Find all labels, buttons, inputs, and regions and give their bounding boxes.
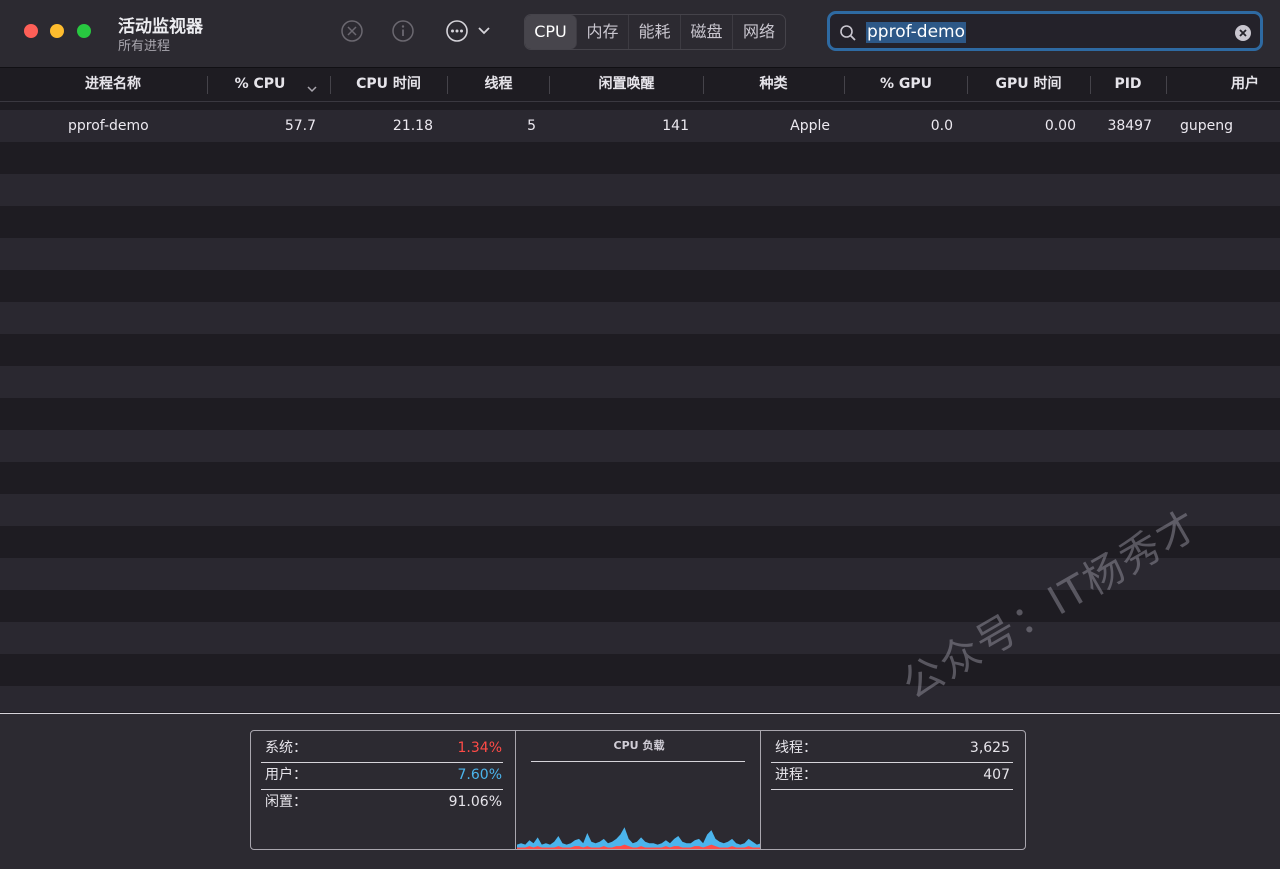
window-title: 活动监视器 bbox=[118, 17, 203, 37]
search-input[interactable]: pprof-demo bbox=[827, 11, 1263, 51]
more-icon[interactable] bbox=[444, 18, 470, 44]
table-row[interactable]: pprof-demo 57.7 21.18 5 141 Apple 0.0 0.… bbox=[0, 110, 1280, 142]
gpu-time: 0.00 bbox=[1044, 118, 1076, 134]
table-row-background bbox=[0, 334, 1280, 366]
process-kind: Apple bbox=[790, 118, 830, 134]
tab-cpu[interactable]: CPU bbox=[525, 15, 577, 49]
cpu-load-title: CPU 负载 bbox=[613, 739, 665, 752]
table-row-background bbox=[0, 142, 1280, 174]
divider bbox=[531, 761, 745, 762]
column-header-kind[interactable]: 种类 bbox=[704, 68, 843, 101]
zoom-window-button[interactable] bbox=[77, 24, 91, 38]
search-query[interactable]: pprof-demo bbox=[866, 22, 966, 43]
chevron-down-icon[interactable] bbox=[474, 18, 494, 44]
idle-wakeups: 141 bbox=[662, 118, 689, 134]
cpu-percent: 57.7 bbox=[284, 118, 316, 134]
stat-idle: 闲置： 91.06% bbox=[265, 789, 502, 816]
gpu-percent: 0.0 bbox=[930, 118, 953, 134]
column-header-gpu[interactable]: % GPU bbox=[845, 68, 967, 101]
column-header-gpu-time[interactable]: GPU 时间 bbox=[968, 68, 1089, 101]
cpu-load-chart bbox=[517, 827, 761, 849]
tab-energy[interactable]: 能耗 bbox=[629, 15, 681, 49]
minimize-window-button[interactable] bbox=[50, 24, 64, 38]
stat-value: 91.06% bbox=[448, 794, 502, 810]
stat-label: 用户： bbox=[265, 767, 307, 783]
clear-search-icon[interactable] bbox=[1234, 24, 1252, 46]
search-icon bbox=[839, 24, 857, 46]
window-subtitle: 所有进程 bbox=[118, 39, 171, 54]
table-row-background bbox=[0, 462, 1280, 494]
process-table: pprof-demo 57.7 21.18 5 141 Apple 0.0 0.… bbox=[0, 102, 1280, 712]
stats-box: 系统： 1.34% 用户： 7.60% 闲置： 91.06% CPU 负载 线程… bbox=[250, 730, 1026, 850]
process-name: pprof-demo bbox=[68, 118, 149, 134]
stat-user: 用户： 7.60% bbox=[265, 762, 502, 789]
divider bbox=[760, 731, 761, 849]
table-row-background bbox=[0, 430, 1280, 462]
table-row-background bbox=[0, 494, 1280, 526]
cpu-time: 21.18 bbox=[392, 118, 433, 134]
table-row-background bbox=[0, 686, 1280, 712]
table-row-background bbox=[0, 622, 1280, 654]
table-row-background bbox=[0, 302, 1280, 334]
sort-descending-icon bbox=[306, 79, 318, 98]
stat-value: 407 bbox=[983, 767, 1010, 783]
table-row-background bbox=[0, 654, 1280, 686]
column-header-idle-wakeups[interactable]: 闲置唤醒 bbox=[550, 68, 703, 101]
table-row-background bbox=[0, 238, 1280, 270]
column-header-cpu[interactable]: % CPU bbox=[208, 68, 312, 101]
stat-value: 1.34% bbox=[457, 740, 502, 756]
divider bbox=[771, 789, 1013, 790]
close-window-button[interactable] bbox=[24, 24, 38, 38]
view-tabs: CPU 内存 能耗 磁盘 网络 bbox=[524, 14, 786, 50]
stat-system: 系统： 1.34% bbox=[265, 735, 502, 762]
thread-count: 5 bbox=[527, 118, 536, 134]
toolbar: 活动监视器 所有进程 CPU 内存 能耗 磁盘 网络 pprof-demo bbox=[0, 0, 1280, 68]
column-header-name[interactable]: 进程名称 bbox=[20, 68, 206, 101]
table-row-background bbox=[0, 366, 1280, 398]
stat-value: 7.60% bbox=[457, 767, 502, 783]
column-header-threads[interactable]: 线程 bbox=[448, 68, 549, 101]
user: gupeng bbox=[1180, 118, 1234, 134]
stat-threads: 线程： 3,625 bbox=[775, 735, 1010, 762]
table-row-background bbox=[0, 102, 1280, 110]
table-row-background bbox=[0, 398, 1280, 430]
stat-label: 线程： bbox=[775, 740, 817, 756]
table-row-background bbox=[0, 174, 1280, 206]
stat-label: 闲置： bbox=[265, 794, 307, 810]
user-load-series bbox=[517, 827, 761, 849]
tab-network[interactable]: 网络 bbox=[733, 15, 785, 49]
stat-value: 3,625 bbox=[969, 740, 1010, 756]
table-row-background bbox=[0, 270, 1280, 302]
column-header-user[interactable]: 用户 bbox=[1167, 68, 1267, 101]
tab-memory[interactable]: 内存 bbox=[577, 15, 629, 49]
table-row-background bbox=[0, 206, 1280, 238]
stop-icon[interactable] bbox=[339, 18, 365, 44]
tab-disk[interactable]: 磁盘 bbox=[681, 15, 733, 49]
column-header-pid[interactable]: PID bbox=[1091, 68, 1165, 101]
divider bbox=[515, 731, 516, 849]
pid: 38497 bbox=[1107, 118, 1152, 134]
column-header-cpu-time[interactable]: CPU 时间 bbox=[331, 68, 446, 101]
stat-label: 系统： bbox=[265, 740, 307, 756]
stat-label: 进程： bbox=[775, 767, 817, 783]
table-header: 进程名称 % CPU CPU 时间 线程 闲置唤醒 种类 % GPU GPU 时… bbox=[0, 68, 1280, 102]
info-icon[interactable] bbox=[390, 18, 416, 44]
cpu-summary-panel: 系统： 1.34% 用户： 7.60% 闲置： 91.06% CPU 负载 线程… bbox=[0, 714, 1280, 869]
stat-processes: 进程： 407 bbox=[775, 762, 1010, 789]
